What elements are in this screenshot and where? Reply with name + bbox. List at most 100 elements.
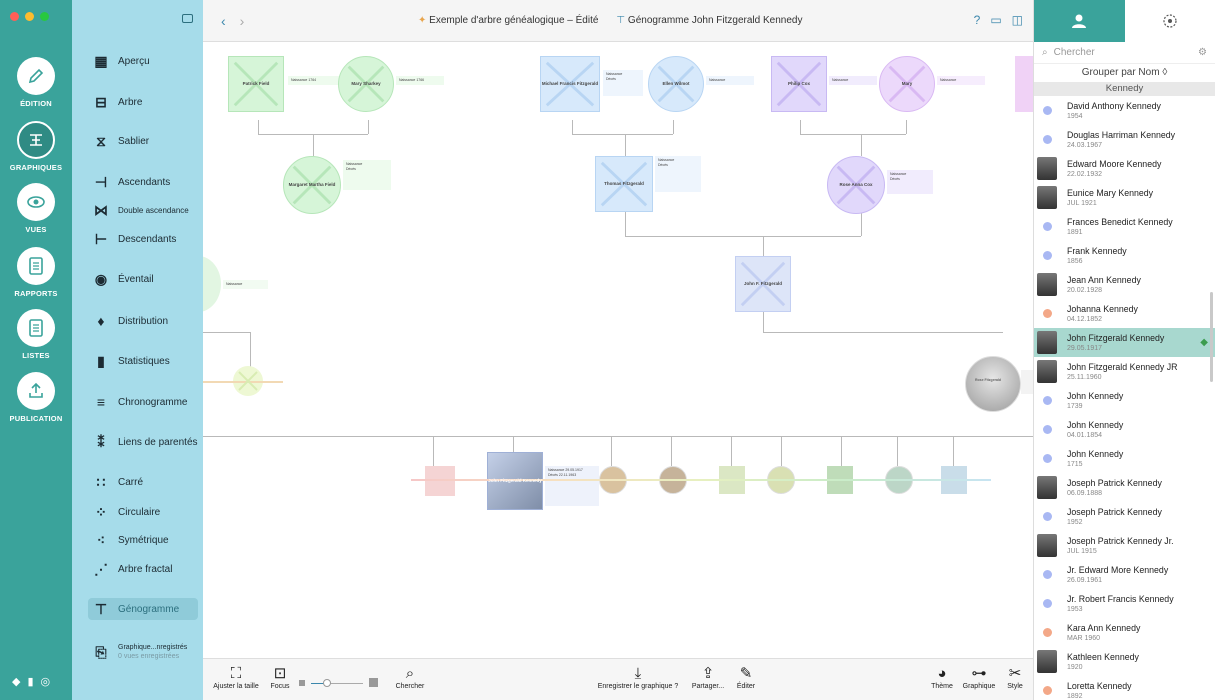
share-button[interactable]: ⇪ Partager... [685, 665, 731, 690]
menu-item-sablier[interactable]: ⧖ Sablier [92, 130, 198, 152]
zoom-slider-knob[interactable] [323, 679, 331, 687]
close-window-button[interactable] [10, 12, 19, 21]
rail-item-edition[interactable]: ÉDITION [0, 57, 72, 108]
person-circle[interactable]: Mary Sharkey [338, 56, 394, 112]
menu-item-carré[interactable]: ∷ Carré [92, 471, 198, 493]
zoom-out-icon [299, 680, 305, 686]
sibling-photo[interactable] [425, 466, 455, 496]
person-list-item[interactable]: John Fitzgerald Kennedy 29.05.1917 ◆ [1034, 328, 1215, 357]
back-arrow-icon[interactable]: ‹ [221, 13, 226, 29]
person-list-item[interactable]: John Kennedy 1739 [1034, 386, 1215, 415]
menu-item-statistiques[interactable]: ▮ Statistiques [92, 350, 198, 372]
rail-item-publication[interactable]: PUBLICATION [0, 372, 72, 423]
person-list-item[interactable]: Douglas Harriman Kennedy 24.03.1967 [1034, 125, 1215, 154]
save-chart-button[interactable]: ⤓ Enregistrer le graphique ? [593, 665, 683, 690]
menu-item-circulaire[interactable]: ⁘ Circulaire [92, 501, 198, 523]
menu-item-label: Arbre [118, 96, 143, 108]
person-circle-partial[interactable] [203, 256, 221, 312]
fit-size-button[interactable]: ⛶ Ajuster la taille [205, 665, 267, 690]
person-list-item[interactable]: Joseph Patrick Kennedy 06.09.1888 [1034, 473, 1215, 502]
person-list-item[interactable]: Frank Kennedy 1856 [1034, 241, 1215, 270]
person-list-item[interactable]: Jr. Robert Francis Kennedy 1953 [1034, 589, 1215, 618]
chart-options-button[interactable]: ⊶ Graphique [959, 665, 999, 690]
filter-gear-icon[interactable]: ⚙ [1198, 47, 1207, 58]
group-by-select[interactable]: Grouper par Nom ◊ [1034, 64, 1215, 82]
person-list-item[interactable]: Jr. Edward More Kennedy 26.09.1961 [1034, 560, 1215, 589]
person-circle-faded[interactable] [233, 366, 263, 396]
person-list-item[interactable]: Kara Ann Kennedy MAR 1960 [1034, 618, 1215, 647]
person-box[interactable]: John F. Fitzgerald [735, 256, 791, 312]
menu-item-arbre-fractal[interactable]: ⋰ Arbre fractal [92, 558, 198, 580]
person-circle[interactable]: Rose Anna Cox [827, 156, 885, 214]
sidebar-toggle-icon[interactable] [182, 14, 193, 23]
menu-item-génogramme[interactable]: ⊤ Génogramme [88, 598, 198, 620]
zoom-window-button[interactable] [40, 12, 49, 21]
menu-item-descendants[interactable]: ⊢ Descendants [92, 228, 198, 250]
search-people-icon[interactable]: ◎ [41, 675, 51, 688]
person-list-item[interactable]: Johanna Kennedy 04.12.1852 [1034, 299, 1215, 328]
focus-button[interactable]: ⊡ Focus [267, 665, 293, 690]
person-circle[interactable]: Mary [879, 56, 935, 112]
person-list-item[interactable]: Joseph Patrick Kennedy 1952 [1034, 502, 1215, 531]
person-date: 1715 [1067, 461, 1083, 468]
tag-icon[interactable]: ◆ [12, 675, 20, 688]
rail-item-listes[interactable]: LISTES [0, 309, 72, 360]
rail-item-rapports[interactable]: RAPPORTS [0, 247, 72, 298]
gear-icon [1163, 14, 1177, 28]
toolbar-label: Graphique [962, 683, 996, 690]
split-view-icon[interactable]: ◫ [1012, 13, 1023, 27]
saved-charts-item[interactable]: ⎘ Graphique...nregistrés 0 vues enregist… [92, 640, 198, 664]
rail-item-vues[interactable]: VUES [0, 183, 72, 234]
search-input[interactable]: Chercher [1054, 47, 1192, 58]
tab-settings[interactable] [1125, 0, 1215, 42]
person-circle[interactable]: Ellen Wilmot [648, 56, 704, 112]
sidebar-scrollbar[interactable] [1210, 292, 1213, 382]
minimize-window-button[interactable] [25, 12, 34, 21]
person-box-partial[interactable] [1015, 56, 1033, 112]
person-box[interactable]: Michael Francis Fitzgerald [540, 56, 600, 112]
upload-icon [17, 372, 55, 410]
toolbar-label: Chercher [395, 683, 425, 690]
focus-person-box[interactable]: John Fitzgerald Kennedy [487, 452, 543, 510]
zoom-slider[interactable] [299, 678, 379, 689]
tab-persons[interactable] [1034, 0, 1125, 42]
window-layout-icon[interactable]: ▭ [990, 13, 1001, 27]
person-box[interactable]: Thomas Fitzgerald [595, 156, 653, 212]
search-button[interactable]: ⌕ Chercher [385, 665, 435, 690]
style-button[interactable]: ✂ Style [1001, 665, 1029, 690]
menu-item-liens-de-parentés[interactable]: ⁑ Liens de parentés [92, 431, 198, 453]
person-list-item[interactable]: John Fitzgerald Kennedy JR 25.11.1960 [1034, 357, 1215, 386]
menu-item-chronogramme[interactable]: ≡ Chronogramme [92, 391, 198, 413]
person-list-item[interactable]: John Kennedy 04.01.1854 [1034, 415, 1215, 444]
menu-item-double-ascendance[interactable]: ⋈ Double ascendance [92, 199, 198, 221]
edit-button[interactable]: ✎ Éditer [731, 665, 761, 690]
theme-button[interactable]: ◕ Thème [927, 665, 957, 690]
person-list-item[interactable]: John Kennedy 1715 [1034, 444, 1215, 473]
menu-item-aperçu[interactable]: ▦ Aperçu [92, 50, 198, 72]
genogram-canvas[interactable]: Patrick Field Naissance 1764 Mary Sharke… [203, 42, 1033, 658]
menu-item-arbre[interactable]: ⊟ Arbre [92, 91, 198, 113]
person-box[interactable]: Patrick Field [228, 56, 284, 112]
tag-icon[interactable]: ◆ [1200, 337, 1208, 348]
person-search[interactable]: ⌕ Chercher ⚙ [1034, 42, 1215, 64]
person-list-item[interactable]: David Anthony Kennedy 1954 [1034, 96, 1215, 125]
menu-item-distribution[interactable]: ♦ Distribution [92, 310, 198, 332]
person-box[interactable]: Philip Cox [771, 56, 827, 112]
toggle-icon: ⊶ [971, 665, 987, 682]
rail-item-graphiques[interactable]: GRAPHIQUES [0, 121, 72, 172]
person-list-item[interactable]: Frances Benedict Kennedy 1891 [1034, 212, 1215, 241]
bookmark-icon[interactable]: ▮ [27, 675, 33, 688]
person-list-item[interactable]: Edward Moore Kennedy 22.02.1932 [1034, 154, 1215, 183]
help-icon[interactable]: ? [974, 13, 981, 27]
person-circle[interactable]: Margaret Martha Field [283, 156, 341, 214]
menu-item-symétrique[interactable]: ⁖ Symétrique [92, 529, 198, 551]
person-list-item[interactable]: Jean Ann Kennedy 20.02.1928 [1034, 270, 1215, 299]
person-list-item[interactable]: Eunice Mary Kennedy JUL 1921 [1034, 183, 1215, 212]
person-list-item[interactable]: Joseph Patrick Kennedy Jr. JUL 1915 [1034, 531, 1215, 560]
menu-item-icon: ⋰ [94, 560, 108, 577]
person-list-item[interactable]: Loretta Kennedy 1892 [1034, 676, 1215, 700]
person-list-item[interactable]: Kathleen Kennedy 1920 [1034, 647, 1215, 676]
menu-item-ascendants[interactable]: ⊣ Ascendants [92, 171, 198, 193]
menu-item-éventail[interactable]: ◉ Éventail [92, 268, 198, 290]
forward-arrow-icon[interactable]: › [240, 13, 245, 29]
